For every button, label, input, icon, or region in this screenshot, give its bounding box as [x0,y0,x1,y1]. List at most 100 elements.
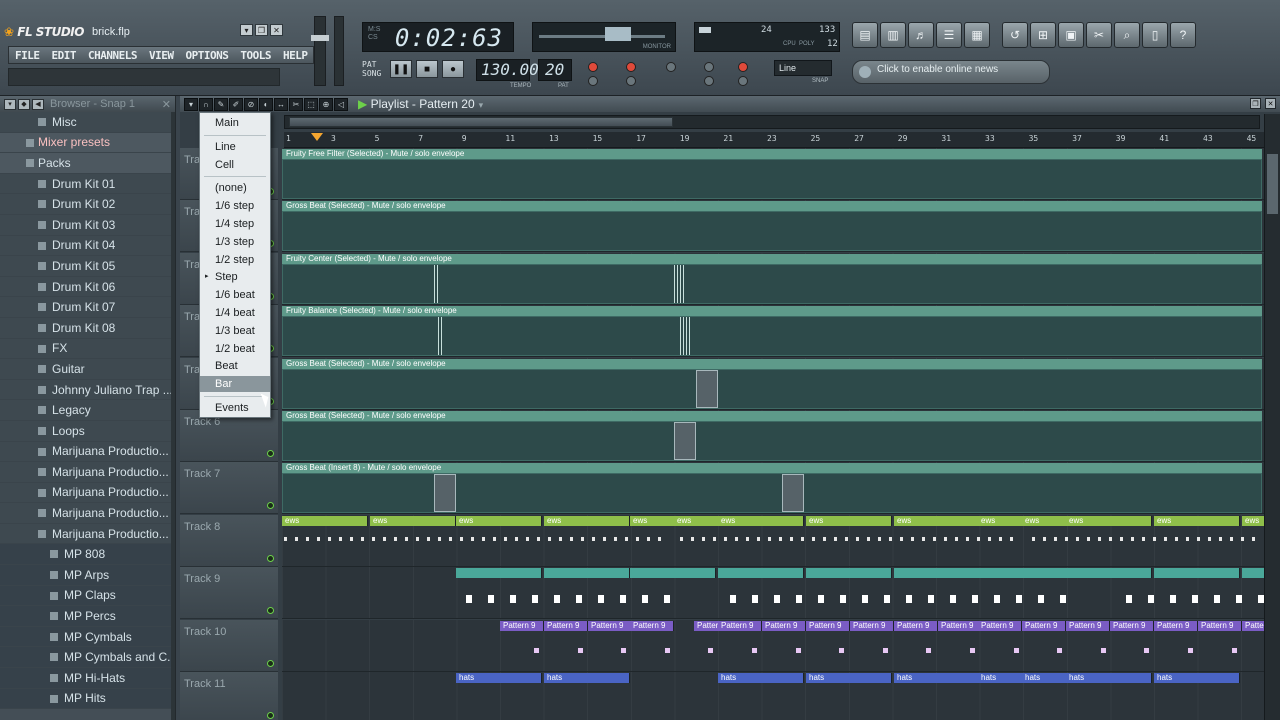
snap-option[interactable]: 1/4 beat [200,305,270,321]
pattern-clip[interactable]: Pattern 9 [1022,620,1066,631]
track-lane[interactable]: ews ews ews ews ews ews ews ews ews ews ews ews ews e… [282,514,1264,567]
pattern-clip[interactable] [1066,568,1152,579]
mixer-icon[interactable]: ▦ [964,22,990,48]
scroll-led-icon[interactable] [738,76,748,86]
pattern-clip[interactable]: Pattern 9 [938,620,982,631]
menu-channels[interactable]: CHANNELS [82,47,143,63]
stop-button[interactable]: ■ [416,60,438,78]
pattern-clip[interactable]: hats [806,673,892,683]
browser-item[interactable]: MP Hits [0,688,175,710]
automation-clip[interactable]: Gross Beat (Insert 8) - Mute / solo enve… [282,463,1262,474]
snap-option[interactable]: 1/6 step [200,198,270,214]
track-led-icon[interactable] [267,659,274,667]
slice-icon[interactable]: ✂ [289,97,303,111]
snap-option[interactable]: Events [200,400,270,416]
browser-item[interactable]: Marijuana Productio... [0,441,175,463]
automation-clip-body[interactable] [282,316,1262,357]
automation-clip[interactable]: Gross Beat (Selected) - Mute / solo enve… [282,358,1262,369]
typing-led-icon[interactable] [738,62,748,72]
vertical-scrollbar[interactable] [1264,114,1280,720]
browser-item[interactable]: Marijuana Productio... [0,523,175,545]
browser-item[interactable]: Legacy [0,400,175,421]
pattern-clip[interactable]: Pattern 9 [1110,620,1154,631]
snap-option[interactable]: (none) [200,180,270,196]
automation-clip[interactable]: Gross Beat (Selected) - Mute / solo enve… [282,201,1262,212]
pattern-clip[interactable]: ews [370,515,456,526]
browser-item[interactable]: Johnny Juliano Trap ... [0,379,175,401]
pattern-clip[interactable] [1154,568,1240,579]
browser-item[interactable]: MP Cymbals [0,626,175,648]
browser-item[interactable]: Drum Kit 07 [0,297,175,318]
brush-icon[interactable]: ✐ [229,97,243,111]
scroll-thumb[interactable] [289,117,673,127]
browser-item[interactable]: Marijuana Productio... [0,482,175,504]
pattern-clip[interactable] [630,568,716,579]
snap-select[interactable]: Line [774,60,832,76]
snap-option[interactable]: 1/3 beat [200,323,270,339]
track-lane[interactable]: Gross Beat (Insert 8) - Mute / solo enve… [282,462,1264,515]
pattern-clip[interactable]: Pattern 9 [894,620,938,631]
pattern-clip[interactable] [456,568,542,579]
browser-icon[interactable]: ☰ [936,22,962,48]
loop-led-icon[interactable] [704,62,714,72]
automation-clip[interactable]: Gross Beat (Selected) - Mute / solo enve… [282,411,1262,421]
browser-item[interactable]: Loops [0,420,175,442]
pattern-clip[interactable]: ews [282,515,368,526]
browser-item[interactable]: MP 808 [0,544,175,566]
pattern-clip[interactable]: hats [718,673,804,683]
menu-options[interactable]: OPTIONS [179,47,234,63]
pattern-clip[interactable]: hats [1066,673,1152,683]
expand-icon[interactable]: ◆ [18,98,30,110]
track-header[interactable]: Track 11 [180,672,278,720]
snap-option[interactable]: 1/3 step [200,234,270,250]
track-led-icon[interactable] [267,502,274,510]
master-volume-slider[interactable] [311,16,329,86]
play-button[interactable]: ❚❚ [390,60,412,78]
undo-icon[interactable]: ↺ [1002,22,1028,48]
snap-option[interactable]: Main [200,115,270,131]
pattern-clip[interactable] [718,568,804,579]
pattern-clip[interactable]: ews [806,515,892,526]
track-lane[interactable]: Gross Beat (Selected) - Mute / solo enve… [282,200,1264,253]
pattern-clip[interactable]: Pattern 9 [978,620,1022,631]
menu-help[interactable]: HELP [277,47,314,63]
browser-item[interactable]: MP Cymbals and C... [0,647,175,669]
menu-edit[interactable]: EDIT [46,47,83,63]
pattern-clip[interactable]: ews [544,515,630,526]
step-led-icon[interactable] [704,76,714,86]
snap-option[interactable]: Beat [200,358,270,374]
track-lane[interactable]: hats hats hats hats hats hats hats hats hats [282,672,1264,720]
pattern-clip[interactable]: Pattern 9 [630,620,674,631]
menu-view[interactable]: VIEW [143,47,180,63]
delete-icon[interactable]: ⊘ [244,97,258,111]
record-led-icon[interactable] [588,62,598,72]
menu-tools[interactable]: TOOLS [234,47,277,63]
pattern-clip[interactable]: Pattern 9 [1198,620,1242,631]
browser-item[interactable]: Packs [0,153,175,174]
pattern-clip[interactable]: hats [544,673,630,683]
close-icon[interactable]: ✕ [1265,98,1276,109]
playhead-marker-icon[interactable] [311,133,323,141]
browser-item[interactable]: MP Hi-Hats [0,668,175,689]
snap-option[interactable]: Line [200,139,270,155]
pattern-clip[interactable]: Pattern 9 [718,620,762,631]
online-news-bar[interactable]: Click to enable online news [852,60,1050,84]
track-header[interactable]: Track 10 [180,619,278,672]
browser-item[interactable]: Misc [0,112,175,133]
browser-item[interactable]: Drum Kit 03 [0,214,175,236]
pattern-clip[interactable]: Pattern 9 [850,620,894,631]
browser-item[interactable]: Drum Kit 01 [0,173,175,195]
browser-item[interactable]: Marijuana Productio... [0,503,175,524]
automation-clip[interactable]: Fruity Center (Selected) - Mute / solo e… [282,253,1262,264]
pattern-clip[interactable] [1242,568,1264,579]
snap-option[interactable]: Bar [200,376,270,393]
waveform-monitor[interactable]: MONITOR [532,22,676,52]
pattern-clip[interactable]: Pattern 9 [1066,620,1110,631]
browser-item[interactable]: Drum Kit 08 [0,317,175,339]
browser-item[interactable]: MP Percs [0,606,175,627]
track-led-icon[interactable] [267,554,274,562]
track-lane[interactable]: Gross Beat (Selected) - Mute / solo enve… [282,410,1264,462]
save-icon[interactable]: ⊞ [1030,22,1056,48]
track-lane[interactable] [282,567,1264,620]
menu-file[interactable]: FILE [9,47,46,63]
